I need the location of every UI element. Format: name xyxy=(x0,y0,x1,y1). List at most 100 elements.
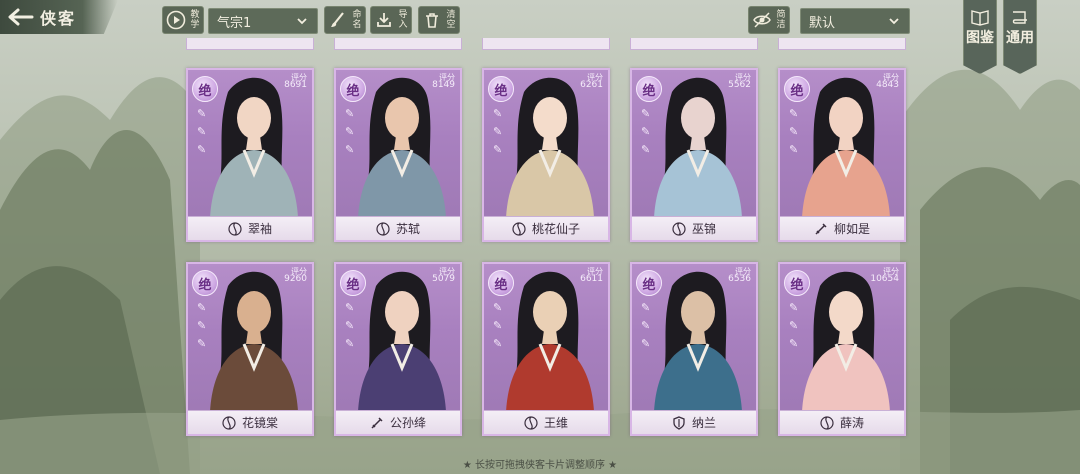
score-value: 6261 xyxy=(580,80,603,90)
feather-icon: ✎ xyxy=(789,301,799,314)
partial-card-row-item[interactable] xyxy=(186,38,314,50)
preset-select[interactable]: 气宗1 xyxy=(208,8,318,34)
top-bar: 侠客 教学 气宗1 命名 导入 清空 简洁 默认 图鉴 通用 xyxy=(0,0,1080,74)
star-marks: ✎ ✎ ✎ xyxy=(789,108,805,156)
feather-icon: ✎ xyxy=(197,337,207,350)
clear-button[interactable]: 清空 xyxy=(418,6,460,34)
rank-badge: 绝 xyxy=(784,76,810,102)
card-nameplate: 巫锦 xyxy=(632,216,756,240)
hero-card[interactable]: 绝 ✎ ✎ ✎ 评分 8149 苏轼 xyxy=(334,68,462,242)
feather-icon: ✎ xyxy=(789,319,799,332)
feather-icon: ✎ xyxy=(345,301,355,314)
swirl-school-icon xyxy=(228,221,242,236)
score-value: 8149 xyxy=(432,80,455,90)
partial-card-row-item[interactable] xyxy=(482,38,610,50)
feather-icon: ✎ xyxy=(197,301,207,314)
hero-name: 纳兰 xyxy=(691,416,716,430)
import-label: 导入 xyxy=(398,10,408,30)
rank-badge: 绝 xyxy=(488,76,514,102)
card-nameplate: 王维 xyxy=(484,410,608,434)
hero-name: 公孙绛 xyxy=(389,416,426,430)
star-marks: ✎ ✎ ✎ xyxy=(345,302,361,350)
import-button[interactable]: 导入 xyxy=(370,6,412,34)
trash-icon xyxy=(419,7,445,33)
feather-icon: ✎ xyxy=(493,301,503,314)
rank-badge: 绝 xyxy=(636,270,662,296)
feather-icon: ✎ xyxy=(493,337,503,350)
feather-icon: ✎ xyxy=(345,125,355,138)
card-nameplate: 纳兰 xyxy=(632,410,756,434)
star-marks: ✎ ✎ ✎ xyxy=(493,302,509,350)
hero-card[interactable]: 绝 ✎ ✎ ✎ 评分 8691 翠袖 xyxy=(186,68,314,242)
hero-card[interactable]: 绝 ✎ ✎ ✎ 评分 6611 王维 xyxy=(482,262,610,436)
star-marks: ✎ ✎ ✎ xyxy=(641,302,657,350)
gallery-tab[interactable]: 图鉴 xyxy=(963,0,997,74)
rename-button[interactable]: 命名 xyxy=(324,6,366,34)
star-marks: ✎ ✎ ✎ xyxy=(789,302,805,350)
sort-select[interactable]: 默认 xyxy=(800,8,910,34)
clear-label: 清空 xyxy=(446,10,456,30)
hero-card[interactable]: 绝 ✎ ✎ ✎ 评分 6261 桃花仙子 xyxy=(482,68,610,242)
hero-name: 翠袖 xyxy=(247,222,272,236)
tutorial-label: 教学 xyxy=(190,10,200,30)
hero-card[interactable]: 绝 ✎ ✎ ✎ 评分 9260 花镜棠 xyxy=(186,262,314,436)
general-tab[interactable]: 通用 xyxy=(1003,0,1037,74)
preset-select-value: 气宗1 xyxy=(217,15,252,31)
hero-card[interactable]: 绝 ✎ ✎ ✎ 评分 6536 纳兰 xyxy=(630,262,758,436)
hero-name: 柳如是 xyxy=(833,222,870,236)
feather-icon: ✎ xyxy=(345,107,355,120)
star-marks: ✎ ✎ ✎ xyxy=(641,108,657,156)
star-marks: ✎ ✎ ✎ xyxy=(345,108,361,156)
feather-icon: ✎ xyxy=(345,143,355,156)
swirl-school-icon xyxy=(376,221,390,236)
score-value: 10654 xyxy=(870,274,899,284)
feather-icon: ✎ xyxy=(197,143,207,156)
tutorial-button[interactable]: 教学 xyxy=(162,6,204,34)
feather-icon: ✎ xyxy=(789,337,799,350)
partial-card-row-item[interactable] xyxy=(630,38,758,50)
rank-badge: 绝 xyxy=(192,270,218,296)
rank-badge: 绝 xyxy=(636,76,662,102)
hero-name: 薛涛 xyxy=(839,416,864,430)
chevron-down-icon xyxy=(889,18,899,25)
score-value: 5562 xyxy=(728,80,751,90)
sword-school-icon xyxy=(815,222,827,235)
partial-card-row-item[interactable] xyxy=(778,38,906,50)
page-title: 侠客 xyxy=(40,9,77,28)
sword-school-icon xyxy=(371,416,383,429)
feather-icon: ✎ xyxy=(641,125,651,138)
back-button[interactable]: 侠客 xyxy=(0,0,118,34)
hero-name: 苏轼 xyxy=(395,222,420,236)
general-tab-label: 通用 xyxy=(1006,30,1034,46)
sort-select-value: 默认 xyxy=(809,15,836,31)
hero-card[interactable]: 绝 ✎ ✎ ✎ 评分 5562 巫锦 xyxy=(630,68,758,242)
eye-off-icon xyxy=(749,7,775,33)
hero-name: 花镜棠 xyxy=(241,416,278,430)
card-nameplate: 公孙绛 xyxy=(336,410,460,434)
hero-card[interactable]: 绝 ✎ ✎ ✎ 评分 5079 公孙绛 xyxy=(334,262,462,436)
card-nameplate: 桃花仙子 xyxy=(484,216,608,240)
rank-badge: 绝 xyxy=(192,76,218,102)
score-value: 6536 xyxy=(728,274,751,284)
chevron-down-icon xyxy=(297,18,307,25)
simple-view-label: 简洁 xyxy=(776,10,786,30)
scroll-icon xyxy=(1012,11,1027,24)
feather-icon: ✎ xyxy=(197,125,207,138)
hero-card[interactable]: 绝 ✎ ✎ ✎ 评分 4843 柳如是 xyxy=(778,68,906,242)
feather-icon: ✎ xyxy=(789,143,799,156)
hero-card[interactable]: 绝 ✎ ✎ ✎ 评分 10654 薛涛 xyxy=(778,262,906,436)
feather-icon: ✎ xyxy=(789,125,799,138)
feather-icon: ✎ xyxy=(493,107,503,120)
feather-icon: ✎ xyxy=(641,337,651,350)
star-marks: ✎ ✎ ✎ xyxy=(493,108,509,156)
hero-name: 王维 xyxy=(543,416,568,430)
partial-card-row-item[interactable] xyxy=(334,38,462,50)
card-nameplate: 花镜棠 xyxy=(188,410,312,434)
score-value: 6611 xyxy=(580,274,603,284)
rename-label: 命名 xyxy=(352,10,362,30)
shield-school-icon xyxy=(673,415,685,430)
feather-icon: ✎ xyxy=(345,337,355,350)
hero-name: 巫锦 xyxy=(691,222,716,236)
score-value: 8691 xyxy=(284,80,307,90)
simple-view-toggle[interactable]: 简洁 xyxy=(748,6,790,34)
